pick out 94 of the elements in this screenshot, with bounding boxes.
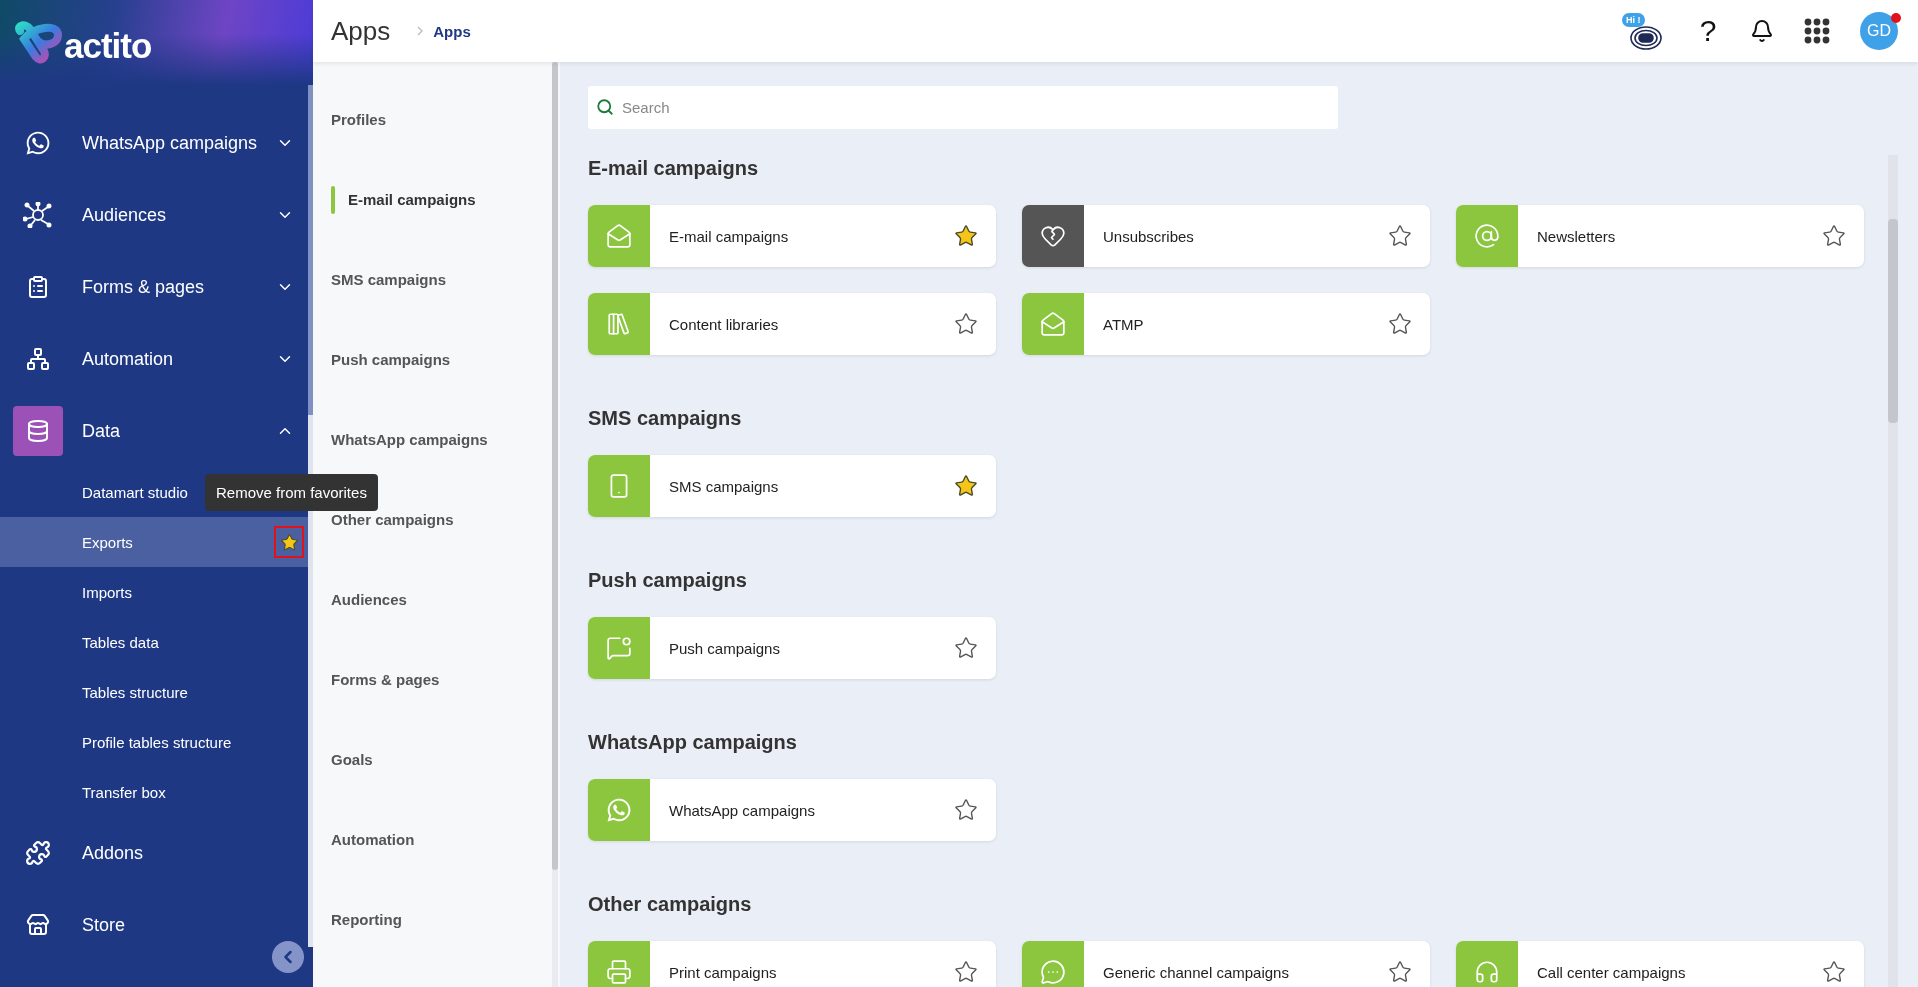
favorite-button[interactable]	[954, 798, 978, 822]
category-link[interactable]: Reporting	[331, 906, 552, 934]
tooltip: Remove from favorites	[205, 474, 378, 511]
section-heading: WhatsApp campaigns	[588, 730, 798, 755]
favorite-button[interactable]	[954, 960, 978, 984]
favorite-button[interactable]	[954, 312, 978, 336]
envelope-icon	[606, 223, 632, 249]
category-link[interactable]: Audiences	[331, 586, 552, 614]
breadcrumb-link[interactable]: Apps	[433, 22, 471, 40]
app-name: Content libraries	[668, 315, 780, 333]
favorite-button[interactable]	[1388, 224, 1412, 248]
store-icon	[26, 913, 50, 937]
app-name: Print campaigns	[668, 963, 778, 981]
sidebar-subitem[interactable]: Tables data	[0, 617, 308, 667]
favorite-button[interactable]	[1822, 960, 1846, 984]
sidebar-item[interactable]: WhatsApp campaigns	[0, 107, 308, 179]
sidebar-item[interactable]: Automation	[0, 323, 308, 395]
app-name: Unsubscribes	[1102, 227, 1195, 245]
section-heading: E-mail campaigns	[588, 156, 760, 181]
sidebar-subitem[interactable]: Profile tables structure	[0, 717, 308, 767]
sidebar-item[interactable]: Addons	[0, 817, 308, 889]
sidebar-item[interactable]: Data	[0, 395, 308, 467]
page-title: Apps	[331, 15, 391, 47]
books-icon	[606, 311, 632, 337]
app-name: E-mail campaigns	[668, 227, 790, 245]
chat-bubble-icon	[1040, 959, 1066, 985]
section-heading: SMS campaigns	[588, 406, 743, 431]
category-link[interactable]: Profiles	[331, 106, 552, 134]
tree-icon	[26, 347, 50, 371]
category-link[interactable]: Automation	[331, 826, 552, 854]
sidebar-item[interactable]: Audiences	[0, 179, 308, 251]
sidebar-item[interactable]: Forms & pages	[0, 251, 308, 323]
app-name: Push campaigns	[668, 639, 781, 657]
app-card[interactable]: SMS campaigns	[588, 455, 996, 517]
app-name: Call center campaigns	[1536, 963, 1687, 981]
category-link[interactable]: SMS campaigns	[331, 266, 552, 294]
sidebar-subitem[interactable]: Tables structure	[0, 667, 308, 717]
collapse-button[interactable]	[272, 941, 304, 973]
search-field[interactable]: Search	[588, 86, 1338, 129]
app-card[interactable]: Call center campaigns	[1456, 941, 1864, 987]
section-heading: Other campaigns	[588, 892, 753, 917]
help-button[interactable]: ?	[1696, 14, 1720, 48]
sidebar-subitem[interactable]: Exports	[0, 517, 308, 567]
app-card[interactable]: Content libraries	[588, 293, 996, 355]
category-link[interactable]: E-mail campaigns	[331, 186, 552, 214]
app-card[interactable]: ATMP	[1022, 293, 1430, 355]
favorite-button[interactable]	[1388, 312, 1412, 336]
favorite-button[interactable]	[954, 474, 978, 498]
whatsapp-icon	[25, 130, 51, 156]
app-name: Generic channel campaigns	[1102, 963, 1290, 981]
at-sign-icon	[1474, 223, 1500, 249]
whatsapp-icon	[606, 797, 632, 823]
puzzle-icon	[25, 840, 51, 866]
message-icon	[606, 635, 632, 661]
broken-heart-icon	[1040, 223, 1066, 249]
search-icon	[596, 98, 614, 116]
favorite-button[interactable]	[954, 636, 978, 660]
app-card[interactable]: E-mail campaigns	[588, 205, 996, 267]
app-card[interactable]: WhatsApp campaigns	[588, 779, 996, 841]
printer-icon	[606, 959, 632, 985]
favorite-button[interactable]	[1822, 224, 1846, 248]
app-name: WhatsApp campaigns	[668, 801, 816, 819]
app-name: Newsletters	[1536, 227, 1617, 245]
logo-icon	[14, 20, 62, 65]
hub-icon	[23, 202, 53, 228]
chat-bot-icon[interactable]	[1629, 25, 1663, 51]
category-link[interactable]: Push campaigns	[331, 346, 552, 374]
app-card[interactable]: Push campaigns	[588, 617, 996, 679]
sidebar-subitem[interactable]: Imports	[0, 567, 308, 617]
app-card[interactable]: Unsubscribes	[1022, 205, 1430, 267]
app-name: ATMP	[1102, 315, 1145, 333]
favorite-button[interactable]	[954, 224, 978, 248]
scrollbar[interactable]	[1888, 155, 1898, 987]
favorite-button[interactable]	[1388, 960, 1412, 984]
logo-text: actito	[64, 25, 152, 66]
app-card[interactable]: Generic channel campaigns	[1022, 941, 1430, 987]
section-heading: Push campaigns	[588, 568, 748, 593]
clipboard-icon	[26, 275, 50, 299]
database-icon	[26, 419, 50, 443]
greeting-badge: Hi !	[1622, 13, 1645, 27]
sidebar-subitem[interactable]: Transfer box	[0, 767, 308, 817]
app-card[interactable]: Print campaigns	[588, 941, 996, 987]
bell-icon[interactable]	[1750, 19, 1774, 43]
sidebar-item[interactable]: Store	[0, 889, 308, 961]
category-link[interactable]: Goals	[331, 746, 552, 774]
category-link[interactable]: Forms & pages	[331, 666, 552, 694]
headset-icon	[1474, 959, 1500, 985]
scrollbar[interactable]	[552, 62, 558, 987]
app-card[interactable]: Newsletters	[1456, 205, 1864, 267]
apps-grid-icon[interactable]	[1804, 18, 1830, 44]
envelope-icon	[1040, 311, 1066, 337]
favorite-button[interactable]	[274, 526, 304, 558]
category-link[interactable]: WhatsApp campaigns	[331, 426, 552, 454]
app-name: SMS campaigns	[668, 477, 780, 495]
